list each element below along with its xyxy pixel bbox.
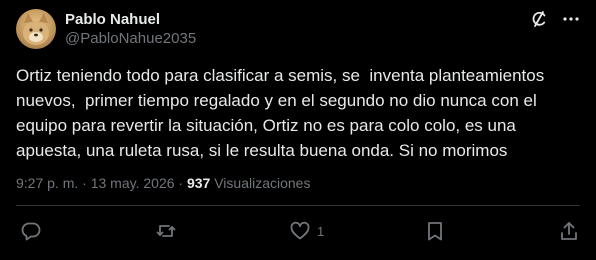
views-count[interactable]: 937: [187, 175, 210, 191]
divider: [16, 205, 580, 206]
grok-icon[interactable]: [528, 8, 550, 30]
author-info: Pablo Nahuel @PabloNahue2035: [65, 10, 196, 48]
header-actions: [528, 8, 582, 30]
meta-separator: ·: [78, 175, 91, 191]
more-options-icon[interactable]: [560, 8, 582, 30]
bookmark-icon: [428, 222, 442, 241]
bookmark-button[interactable]: [424, 220, 446, 242]
like-icon: [290, 221, 310, 240]
post-time[interactable]: 9:27 p. m.: [16, 175, 78, 191]
repost-icon: [156, 225, 176, 237]
reply-button[interactable]: [20, 220, 42, 242]
meta-separator: ·: [174, 175, 187, 191]
reply-icon: [21, 222, 41, 241]
views-label[interactable]: Visualizaciones: [214, 175, 310, 191]
post-text: Ortiz teniendo todo para clasificar a se…: [16, 66, 545, 160]
share-icon: [561, 222, 577, 240]
post-metadata: 9:27 p. m. · 13 may. 2026 · 937 Visualiz…: [16, 174, 310, 193]
share-button[interactable]: [558, 220, 580, 242]
repost-button[interactable]: [155, 220, 177, 242]
like-button[interactable]: 1: [289, 220, 324, 242]
like-count: 1: [317, 223, 325, 239]
user-handle[interactable]: @PabloNahue2035: [65, 29, 196, 48]
display-name[interactable]: Pablo Nahuel: [65, 10, 196, 29]
post-date[interactable]: 13 may. 2026: [91, 175, 175, 191]
avatar[interactable]: [16, 9, 56, 49]
tweet: Pablo Nahuel @PabloNahue2035 Ortiz tenie…: [0, 0, 596, 260]
action-bar: 1: [0, 220, 596, 246]
